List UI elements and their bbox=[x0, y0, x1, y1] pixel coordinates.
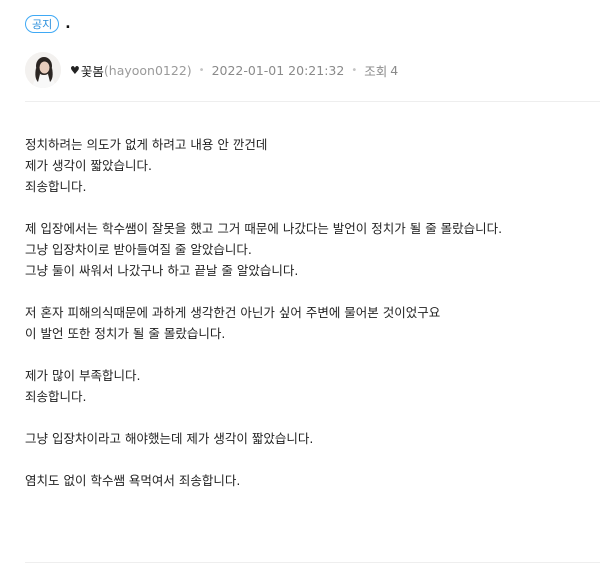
content-line: 저 혼자 피해의식때문에 과하게 생각한건 아닌가 싶어 주변에 물어본 것이었… bbox=[25, 305, 441, 320]
author-nickname[interactable]: 꽃봄 bbox=[81, 61, 104, 80]
content-line: 정치하려는 의도가 없게 하려고 내용 안 깐건데 bbox=[25, 137, 268, 152]
notice-badge: 공지 bbox=[25, 15, 60, 33]
author-user-id: (hayoon0122) bbox=[103, 62, 192, 78]
post-content: 정치하려는 의도가 없게 하려고 내용 안 깐건데 제가 생각이 짧았습니다. … bbox=[25, 134, 595, 491]
avatar-image bbox=[25, 52, 61, 88]
author-info[interactable]: ♥ 꽃봄 (hayoon0122) bbox=[70, 61, 192, 80]
content-line: 그냥 둘이 싸워서 나갔구나 하고 끝날 줄 알았습니다. bbox=[25, 263, 299, 278]
post-view: 공지 . ♥ 꽃봄 (hayoon0122) • 2022-01-01 20:2… bbox=[0, 0, 600, 576]
heart-icon: ♥ bbox=[70, 63, 80, 77]
content-line: 죄송합니다. bbox=[25, 389, 87, 404]
post-title-row: 공지 . bbox=[25, 14, 71, 34]
content-line: 그냥 입장차이라고 해야했는데 제가 생각이 짧았습니다. bbox=[25, 431, 314, 446]
views-count: 4 bbox=[390, 62, 399, 78]
content-line: 그냥 입장차이로 받아들여질 줄 알았습니다. bbox=[25, 242, 252, 257]
content-line: 제가 생각이 짧았습니다. bbox=[25, 158, 152, 173]
content-line: 이 발언 또한 정치가 될 줄 몰랐습니다. bbox=[25, 326, 226, 341]
meta-separator: • bbox=[198, 64, 205, 76]
post-title: . bbox=[65, 16, 71, 32]
content-line: 염치도 없이 학수쌤 욕먹여서 죄송합니다. bbox=[25, 473, 241, 488]
post-meta: ♥ 꽃봄 (hayoon0122) • 2022-01-01 20:21:32 … bbox=[25, 52, 398, 88]
content-line: 죄송합니다. bbox=[25, 179, 87, 194]
content-line: 제 입장에서는 학수쌤이 잘못을 했고 그거 때문에 나갔다는 발언이 정치가 … bbox=[25, 221, 503, 236]
post-date: 2022-01-01 20:21:32 bbox=[211, 62, 345, 78]
divider bbox=[25, 101, 600, 102]
meta-separator: • bbox=[351, 64, 358, 76]
divider bbox=[25, 562, 600, 563]
views-label: 조회 bbox=[364, 63, 388, 79]
avatar[interactable] bbox=[25, 52, 61, 88]
content-line: 제가 많이 부족합니다. bbox=[25, 368, 141, 383]
